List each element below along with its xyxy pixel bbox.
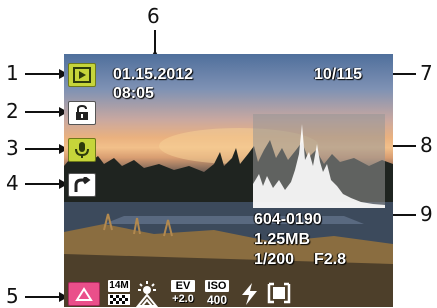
image-counter: 10/115	[314, 66, 363, 83]
callout-line-6	[154, 30, 156, 52]
exposure-compensation-icon: EV +2.0	[168, 280, 198, 307]
callout-number-7: 7	[420, 61, 433, 85]
callout-number-4: 4	[6, 171, 19, 195]
callout-number-2: 2	[6, 99, 19, 123]
file-number: 604-0190	[254, 211, 322, 228]
ev-value: +2.0	[172, 293, 194, 305]
protect-lock-icon	[68, 101, 96, 125]
iso-icon: ISO 400	[204, 280, 230, 307]
focus-frame-icon	[267, 282, 291, 304]
callout-number-3: 3	[6, 136, 19, 160]
histogram	[253, 114, 385, 208]
ev-label: EV	[171, 280, 195, 292]
histogram-graph	[253, 124, 385, 208]
capture-time: 08:05	[113, 85, 154, 102]
status-icon-bar: 14M EV +2.0 ISO 400	[64, 280, 393, 307]
voice-memo-icon	[68, 138, 96, 162]
face-capture-icon	[68, 282, 100, 306]
flash-icon	[240, 283, 260, 305]
callout-line-8	[392, 145, 416, 147]
callout-number-8: 8	[420, 133, 433, 157]
callout-number-1: 1	[6, 61, 19, 85]
callout-number-5: 5	[6, 284, 19, 308]
callout-number-6: 6	[147, 4, 160, 28]
resolution-label: 14M	[108, 280, 130, 292]
callout-line-4	[25, 183, 60, 185]
callout-line-2	[25, 111, 60, 113]
file-size: 1.25MB	[254, 231, 311, 248]
capture-date: 01.15.2012	[113, 66, 194, 83]
white-balance-daylight-icon	[134, 281, 160, 307]
callout-line-1	[25, 73, 60, 75]
aperture: F2.8	[314, 251, 347, 268]
share-icon	[68, 173, 96, 197]
playback-mode-icon	[68, 63, 96, 87]
callout-number-9: 9	[420, 202, 433, 226]
playback-screen: 01.15.2012 08:05 10/115 604-0190 1.25MB …	[64, 54, 393, 307]
iso-label: ISO	[205, 280, 229, 292]
callout-line-5	[25, 296, 60, 298]
shutter-speed: 1/200	[254, 251, 295, 268]
resolution-icon: 14M	[108, 280, 130, 306]
callout-line-3	[25, 148, 60, 150]
iso-value: 400	[206, 293, 228, 307]
